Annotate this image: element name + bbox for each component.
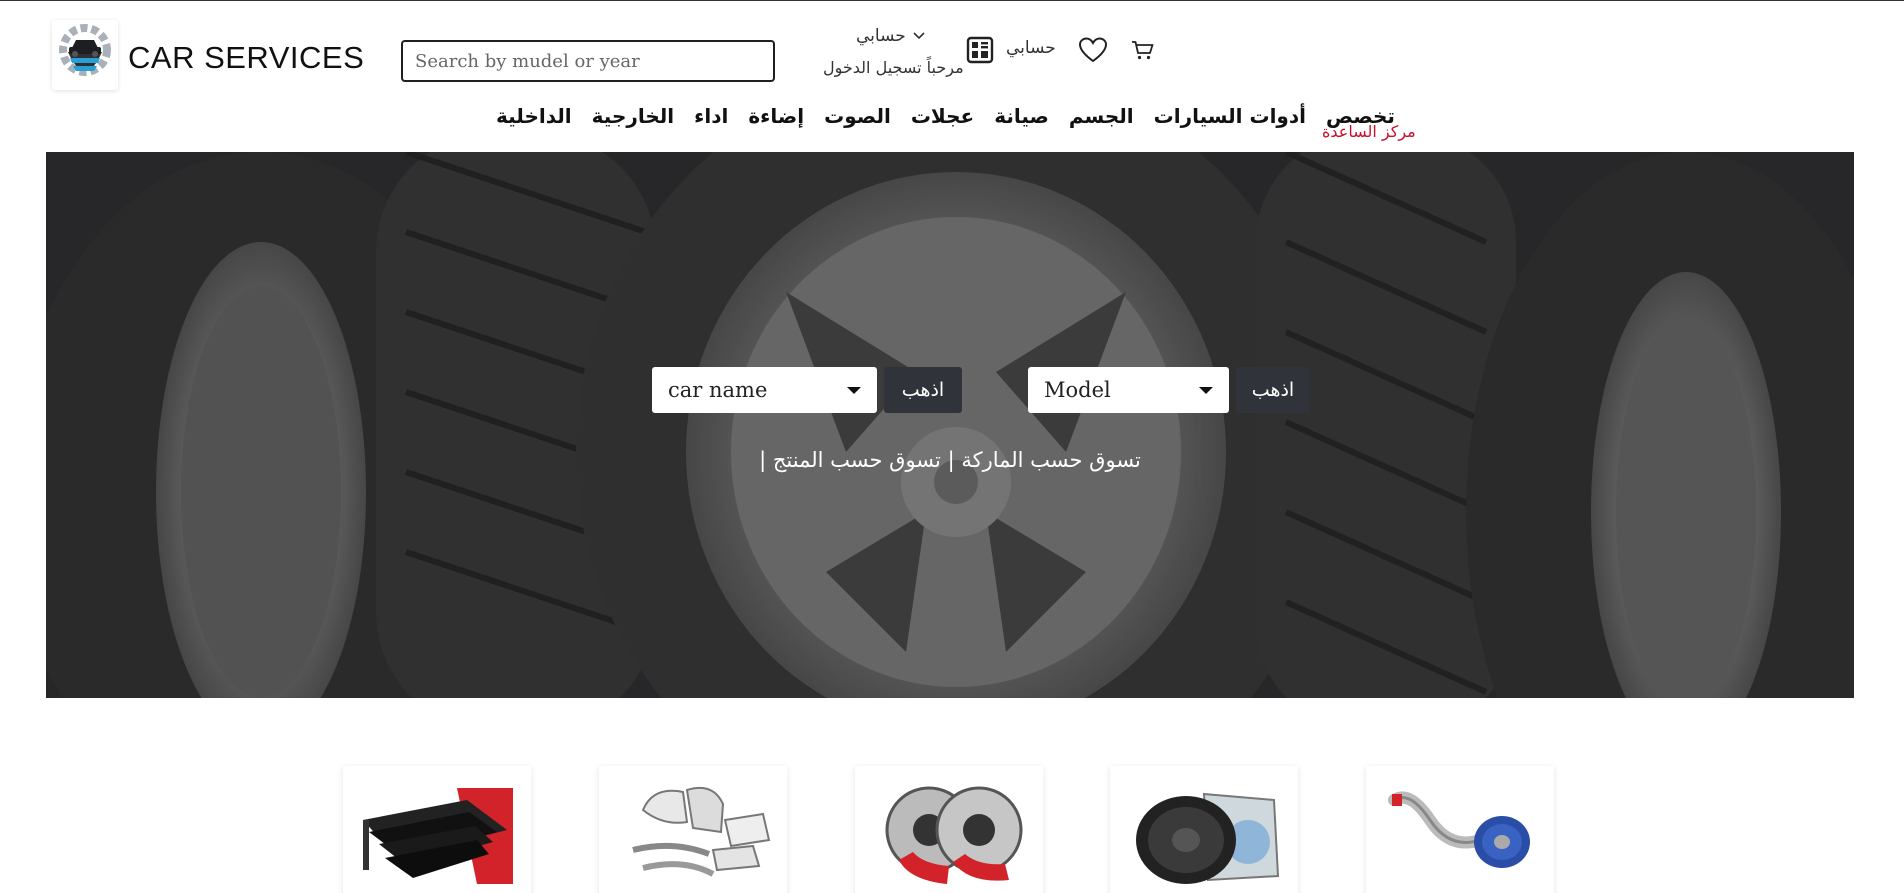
welcome-signin-link[interactable]: مرحباً تسجيل الدخول bbox=[823, 58, 964, 77]
nav-item-audio[interactable]: الصوت bbox=[814, 104, 901, 128]
cart-icon[interactable] bbox=[1131, 38, 1155, 62]
category-card-performance[interactable] bbox=[1366, 766, 1554, 893]
model-go-button[interactable]: اذهب bbox=[1236, 367, 1310, 413]
main-nav: تخصص أدوات السيارات الجسم صيانة عجلات ال… bbox=[486, 104, 1405, 128]
help-center-link[interactable]: مركز الساعدة bbox=[1322, 122, 1416, 141]
model-select-value: Model bbox=[1044, 378, 1111, 402]
separator: | bbox=[947, 448, 955, 472]
car-name-go-button[interactable]: اذهب bbox=[884, 367, 962, 413]
hero-overlay bbox=[46, 152, 1854, 698]
heart-icon[interactable] bbox=[1078, 36, 1108, 64]
nav-item-maintenance[interactable]: صيانة bbox=[984, 104, 1059, 128]
nav-item-wheels[interactable]: عجلات bbox=[901, 104, 984, 128]
separator: | bbox=[759, 448, 767, 472]
account-dropdown-label: حسابي bbox=[856, 26, 906, 46]
account-link[interactable]: حسابي bbox=[1006, 38, 1056, 58]
caret-down-icon bbox=[847, 386, 861, 394]
site-logo[interactable] bbox=[52, 20, 118, 90]
nav-item-performance[interactable]: اداء bbox=[684, 104, 738, 128]
brake-discs-image bbox=[885, 786, 1023, 884]
car-name-select-value: car name bbox=[668, 378, 768, 402]
hero-banner: car name اذهب Model اذهب تسوق حسب المارك… bbox=[46, 152, 1854, 698]
nav-item-exterior[interactable]: الخارجية bbox=[582, 104, 685, 128]
top-border bbox=[0, 0, 1904, 1]
shop-by-links: تسوق حسب الماركة | تسوق حسب المنتج | bbox=[46, 448, 1854, 472]
caret-down-icon bbox=[1199, 386, 1213, 394]
car-gear-logo-icon bbox=[59, 24, 111, 76]
account-dropdown[interactable]: حسابي bbox=[856, 26, 926, 46]
chevron-down-icon bbox=[913, 32, 925, 40]
nav-item-lighting[interactable]: إضاءة bbox=[738, 104, 814, 128]
air-intake-filter-image bbox=[1388, 791, 1530, 868]
truck-bed-drawers-image bbox=[363, 788, 513, 884]
category-card-truck-bed-drawers[interactable] bbox=[343, 766, 531, 893]
category-card-brakes[interactable] bbox=[855, 766, 1043, 893]
shop-by-product-link[interactable]: تسوق حسب المنتج bbox=[773, 448, 941, 472]
search-input[interactable] bbox=[401, 40, 775, 82]
category-card-chrome-trim[interactable] bbox=[599, 766, 787, 893]
car-name-select[interactable]: car name bbox=[652, 367, 877, 413]
category-card-audio[interactable] bbox=[1110, 766, 1298, 893]
chrome-trim-parts-image bbox=[632, 786, 771, 877]
nav-item-car-tools[interactable]: أدوات السيارات bbox=[1144, 104, 1316, 128]
brand-name[interactable]: CAR SERVICES bbox=[128, 40, 364, 76]
nav-item-body[interactable]: الجسم bbox=[1059, 104, 1144, 128]
subwoofer-speaker-image bbox=[1136, 792, 1280, 884]
shop-by-brand-link[interactable]: تسوق حسب الماركة bbox=[961, 448, 1141, 472]
model-select[interactable]: Model bbox=[1028, 367, 1229, 413]
dashboard-icon[interactable] bbox=[966, 36, 994, 64]
nav-item-interior[interactable]: الداخلية bbox=[486, 104, 582, 128]
